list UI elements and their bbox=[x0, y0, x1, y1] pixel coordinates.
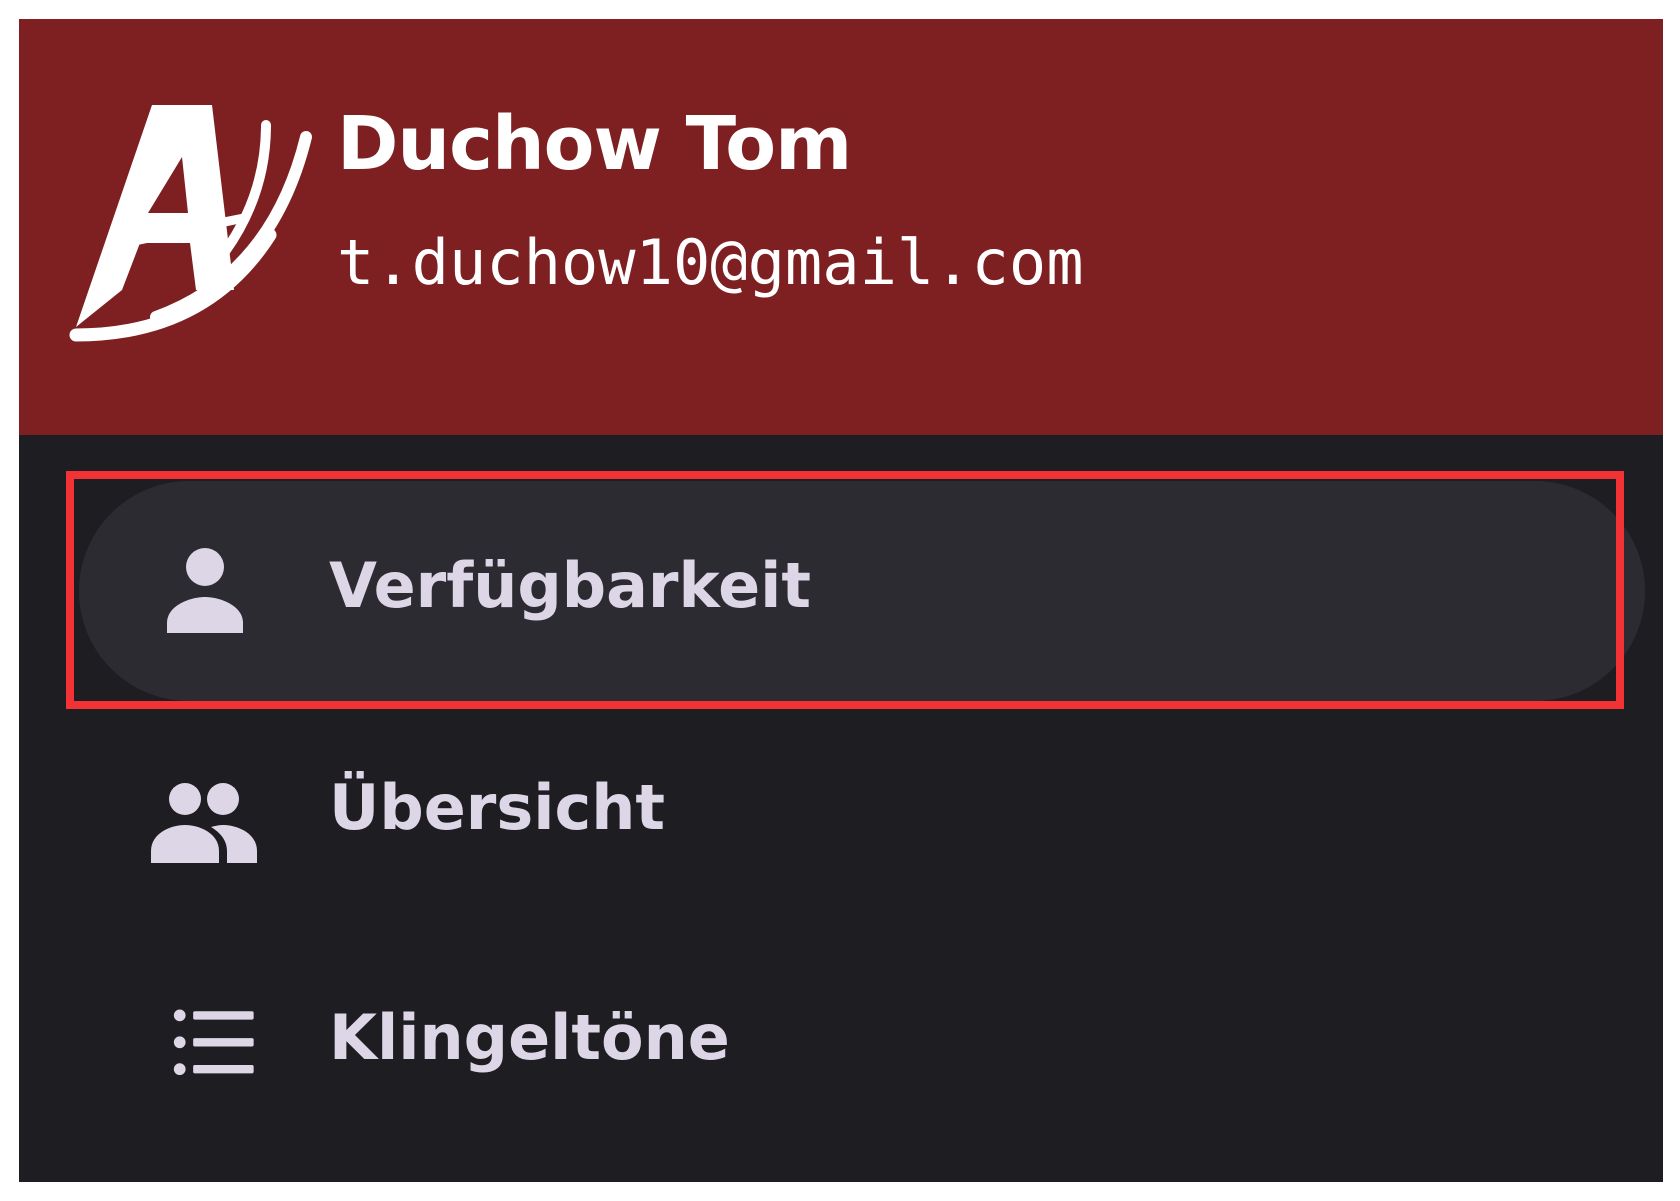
menu-item-label: Verfügbarkeit bbox=[329, 549, 812, 622]
app-logo bbox=[69, 105, 312, 342]
selected-indicator bbox=[79, 481, 1645, 701]
menu-item-uebersicht[interactable]: Übersicht bbox=[19, 711, 1663, 931]
menu-item-verfuegbarkeit[interactable]: Verfügbarkeit bbox=[19, 481, 1663, 701]
user-email: t.duchow10@gmail.com bbox=[337, 226, 1084, 299]
drawer-header: Duchow Tom t.duchow10@gmail.com bbox=[19, 19, 1663, 435]
menu-item-label: Übersicht bbox=[329, 771, 666, 844]
menu-item-label: Klingeltöne bbox=[329, 1001, 730, 1074]
user-name: Duchow Tom bbox=[337, 101, 852, 187]
people-icon bbox=[151, 783, 257, 863]
navigation-drawer: Duchow Tom t.duchow10@gmail.com Verfügba… bbox=[19, 19, 1663, 1182]
person-icon bbox=[167, 548, 243, 633]
list-icon bbox=[173, 1009, 254, 1076]
menu-item-klingeltoene[interactable]: Klingeltöne bbox=[19, 941, 1663, 1161]
